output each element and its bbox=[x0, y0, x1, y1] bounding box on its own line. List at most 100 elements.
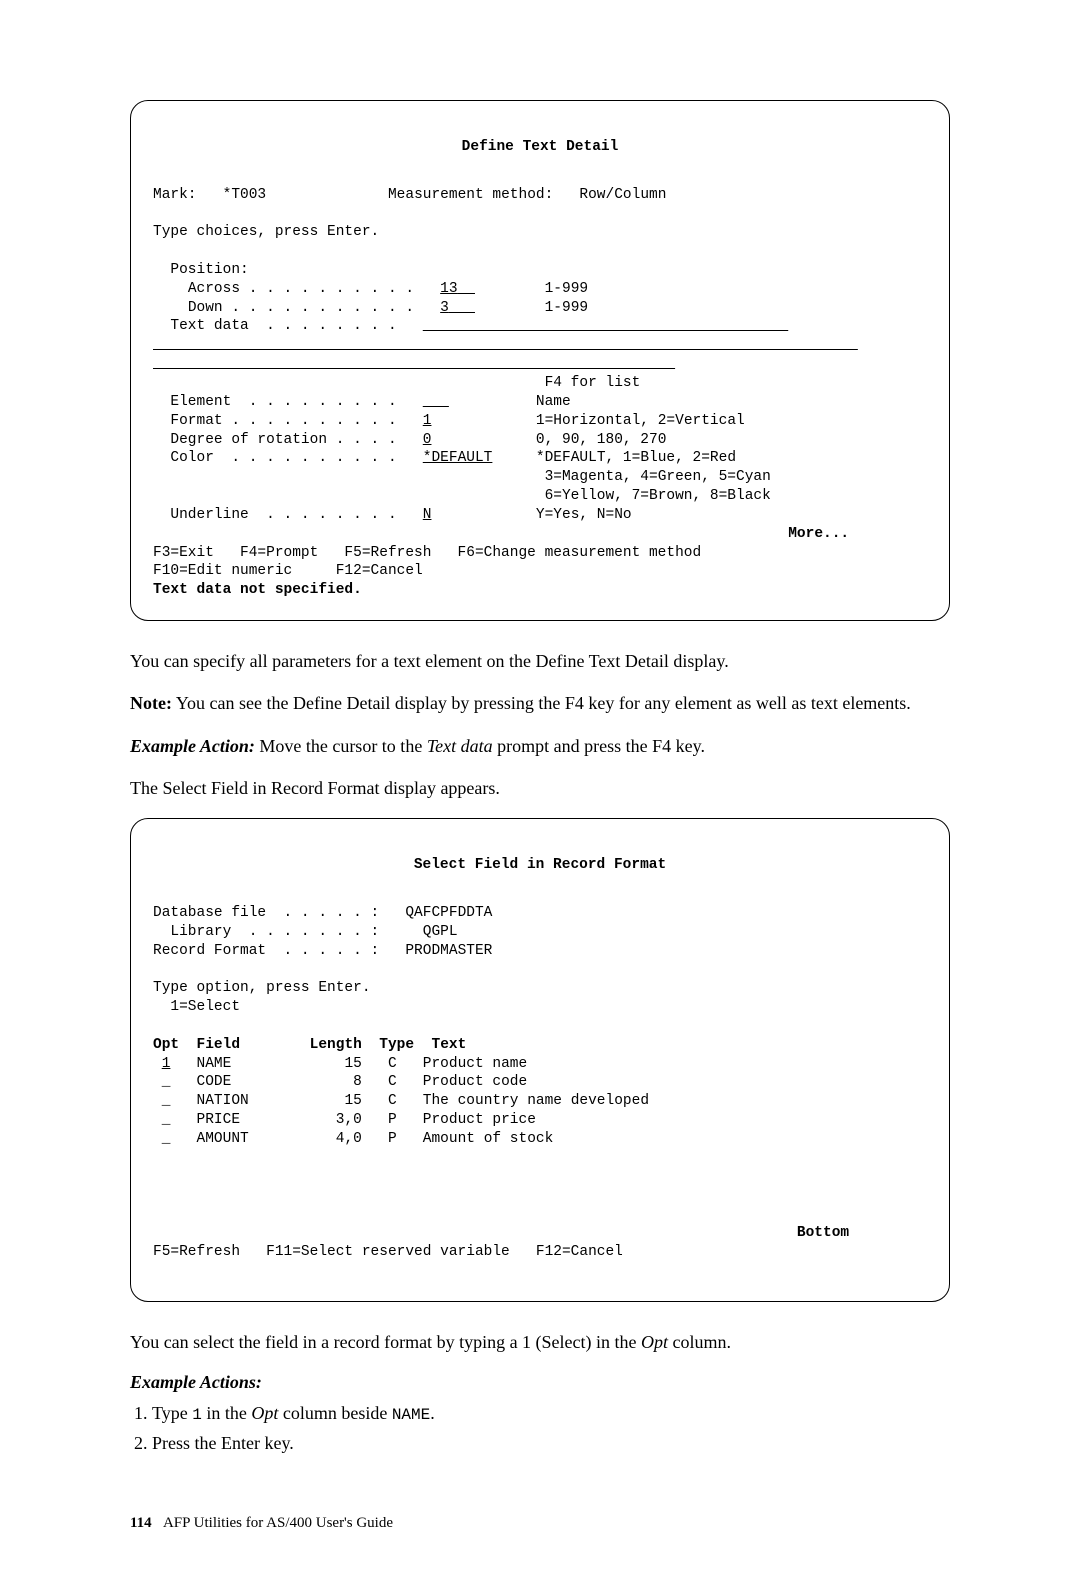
method-value: Row/Column bbox=[579, 187, 666, 203]
row-text-2: The country name developed bbox=[423, 1093, 649, 1109]
step1-opt: Opt bbox=[251, 1403, 278, 1423]
row-field-4: AMOUNT bbox=[197, 1131, 249, 1147]
color-hint3: 6=Yellow, 7=Brown, 8=Black bbox=[545, 488, 771, 504]
screen1-error: Text data not specified. bbox=[153, 582, 362, 598]
element-label: Element . . . . . . . . . bbox=[170, 394, 396, 410]
row-text-4: Amount of stock bbox=[423, 1131, 554, 1147]
bottom-indicator: Bottom bbox=[797, 1225, 849, 1241]
note-label: Note: bbox=[130, 693, 172, 713]
row-len-2: 15 bbox=[344, 1093, 361, 1109]
example-action-textdata: Text data bbox=[427, 736, 493, 756]
screen2-fkeys: F5=Refresh F11=Select reserved variable … bbox=[153, 1244, 623, 1260]
format-label: Format . . . . . . . . . . bbox=[170, 413, 396, 429]
step1-code: 1 bbox=[192, 1406, 202, 1424]
rotation-value[interactable]: 0 bbox=[423, 432, 432, 448]
row-type-1: C bbox=[388, 1074, 397, 1090]
example-actions-heading: Example Actions: bbox=[130, 1372, 950, 1393]
screen2-title: Select Field in Record Format bbox=[153, 856, 927, 875]
page: Define Text Detail Mark: *T003 Measureme… bbox=[0, 0, 1080, 1592]
underline-label: Underline . . . . . . . . bbox=[170, 507, 396, 523]
screen2-instructions: Type option, press Enter. bbox=[153, 980, 371, 996]
element-hint1: F4 for list bbox=[545, 375, 641, 391]
row-field-3: PRICE bbox=[197, 1112, 241, 1128]
textdata-entry[interactable] bbox=[423, 318, 788, 334]
paragraph-1: You can specify all parameters for a tex… bbox=[130, 649, 950, 673]
mark-value: *T003 bbox=[223, 187, 267, 203]
row-len-3: 3,0 bbox=[336, 1112, 362, 1128]
example-action-paragraph: Example Action: Move the cursor to the T… bbox=[130, 734, 950, 758]
mark-label: Mark: bbox=[153, 187, 197, 203]
para3-opt: Opt bbox=[641, 1332, 668, 1352]
format-value[interactable]: 1 bbox=[423, 413, 432, 429]
para3-after: column. bbox=[668, 1332, 731, 1352]
row-text-1: Product code bbox=[423, 1074, 527, 1090]
rf-value: PRODMASTER bbox=[405, 943, 492, 959]
hdr-field: Field bbox=[197, 1037, 241, 1053]
row-opt-0[interactable]: 1 bbox=[162, 1056, 171, 1072]
hdr-text: Text bbox=[432, 1037, 467, 1053]
row-type-3: P bbox=[388, 1112, 397, 1128]
row-field-1: CODE bbox=[197, 1074, 232, 1090]
select-field-screen: Select Field in Record Format Database f… bbox=[130, 818, 950, 1301]
example-actions-list: Type 1 in the Opt column beside NAME. Pr… bbox=[130, 1401, 950, 1455]
underline-value[interactable]: N bbox=[423, 507, 432, 523]
step2: Press the Enter key. bbox=[152, 1433, 294, 1453]
down-label: Down . . . . . . . . . . . bbox=[188, 300, 414, 316]
color-hint2: 3=Magenta, 4=Green, 5=Cyan bbox=[545, 469, 771, 485]
step1-c: column beside bbox=[278, 1403, 391, 1423]
rotation-hint: 0, 90, 180, 270 bbox=[536, 432, 667, 448]
lib-label: Library . . . . . . . : bbox=[170, 924, 379, 940]
position-label: Position: bbox=[170, 262, 248, 278]
paragraph-2: The Select Field in Record Format displa… bbox=[130, 776, 950, 800]
step1-b: in the bbox=[202, 1403, 252, 1423]
step1-name: NAME bbox=[392, 1406, 430, 1424]
row-field-0: NAME bbox=[197, 1056, 232, 1072]
book-title: AFP Utilities for AS/400 User's Guide bbox=[163, 1515, 393, 1531]
hdr-length: Length bbox=[310, 1037, 362, 1053]
row-field-2: NATION bbox=[197, 1093, 249, 1109]
across-range: 1-999 bbox=[545, 281, 589, 297]
row-text-0: Product name bbox=[423, 1056, 527, 1072]
rf-label: Record Format . . . . . : bbox=[153, 943, 379, 959]
db-value: QAFCPFDDTA bbox=[405, 905, 492, 921]
color-label: Color . . . . . . . . . . bbox=[170, 450, 396, 466]
more-indicator: More... bbox=[788, 526, 849, 542]
screen1-fkeys-1: F3=Exit F4=Prompt F5=Refresh F6=Change m… bbox=[153, 545, 701, 561]
lib-value: QGPL bbox=[423, 924, 458, 940]
page-number: 114 bbox=[130, 1515, 152, 1531]
color-hint1: *DEFAULT, 1=Blue, 2=Red bbox=[536, 450, 736, 466]
para3-before: You can select the field in a record for… bbox=[130, 1332, 641, 1352]
row-len-0: 15 bbox=[344, 1056, 361, 1072]
list-item: Press the Enter key. bbox=[152, 1431, 950, 1455]
screen1-instructions: Type choices, press Enter. bbox=[153, 224, 379, 240]
note-paragraph: Note: You can see the Define Detail disp… bbox=[130, 691, 950, 715]
row-type-0: C bbox=[388, 1056, 397, 1072]
select-opt: 1=Select bbox=[170, 999, 240, 1015]
format-hint: 1=Horizontal, 2=Vertical bbox=[536, 413, 745, 429]
example-action-label: Example Action: bbox=[130, 736, 255, 756]
textdata-label: Text data . . . . . . . . bbox=[170, 318, 396, 334]
row-opt-2[interactable]: _ bbox=[162, 1093, 171, 1109]
screen1-title: Define Text Detail bbox=[153, 138, 927, 157]
row-type-4: P bbox=[388, 1131, 397, 1147]
db-label: Database file . . . . . : bbox=[153, 905, 379, 921]
down-value[interactable]: 3 bbox=[440, 300, 449, 316]
step1-d: . bbox=[430, 1403, 435, 1423]
element-hint2: Name bbox=[536, 394, 571, 410]
color-value[interactable]: *DEFAULT bbox=[423, 450, 493, 466]
row-opt-1[interactable]: _ bbox=[162, 1074, 171, 1090]
example-action-before: Move the cursor to the bbox=[259, 736, 426, 756]
across-value[interactable]: 13 bbox=[440, 281, 457, 297]
method-label: Measurement method: bbox=[388, 187, 553, 203]
define-text-detail-screen: Define Text Detail Mark: *T003 Measureme… bbox=[130, 100, 950, 621]
list-item: Type 1 in the Opt column beside NAME. bbox=[152, 1401, 950, 1427]
row-opt-4[interactable]: _ bbox=[162, 1131, 171, 1147]
hdr-opt: Opt bbox=[153, 1037, 179, 1053]
page-footer: 114 AFP Utilities for AS/400 User's Guid… bbox=[130, 1515, 950, 1532]
screen1-fkeys-2: F10=Edit numeric F12=Cancel bbox=[153, 563, 423, 579]
row-opt-3[interactable]: _ bbox=[162, 1112, 171, 1128]
across-label: Across . . . . . . . . . . bbox=[188, 281, 414, 297]
row-len-1: 8 bbox=[353, 1074, 362, 1090]
row-type-2: C bbox=[388, 1093, 397, 1109]
element-value[interactable] bbox=[423, 394, 449, 410]
